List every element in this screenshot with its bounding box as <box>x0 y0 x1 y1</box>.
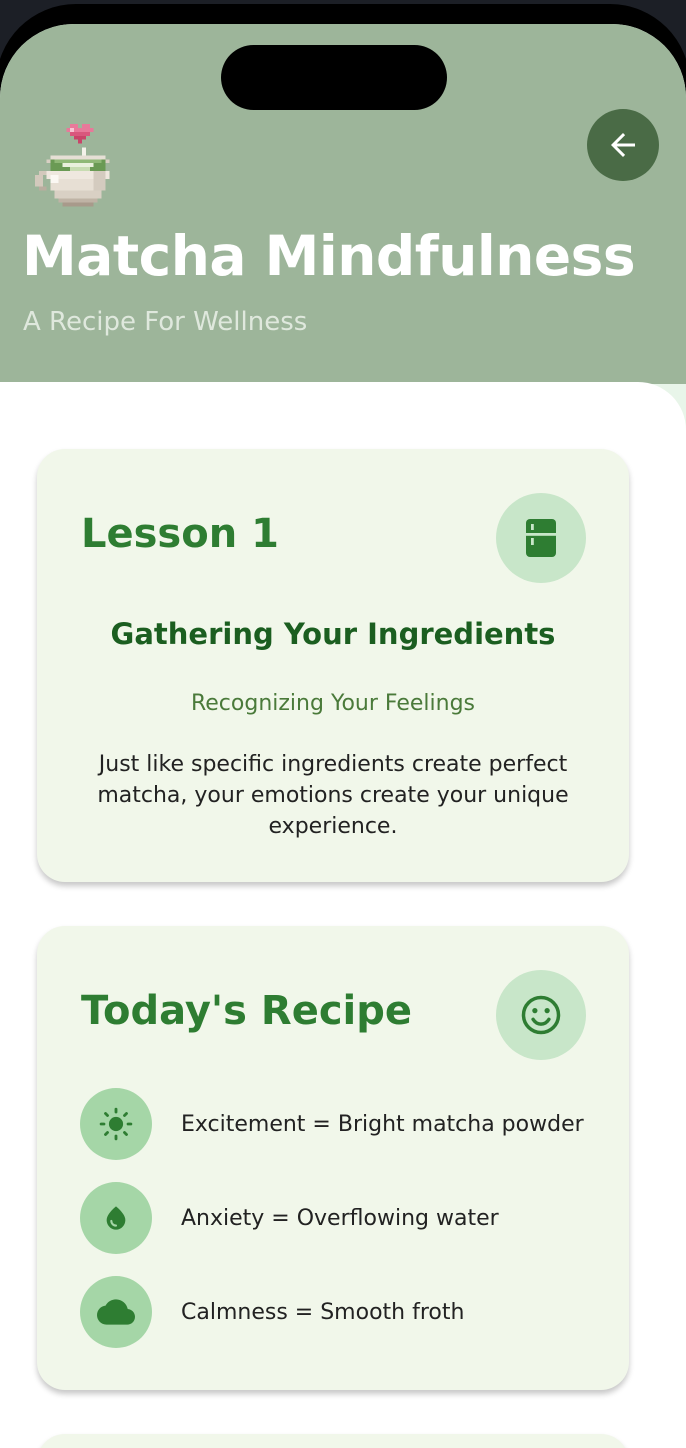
cloud-icon <box>97 1299 135 1325</box>
sun-icon <box>99 1107 133 1141</box>
recipe-item-icon-badge <box>80 1182 152 1254</box>
back-button[interactable] <box>587 109 659 181</box>
list-item: Anxiety = Overflowing water <box>80 1182 620 1254</box>
lesson-heading: Lesson 1 <box>81 511 279 557</box>
dynamic-island <box>221 45 447 110</box>
page-subtitle: A Recipe For Wellness <box>23 307 308 337</box>
matcha-cup-heart-icon <box>34 124 122 218</box>
content-area: Lesson 1 Gathering Your Ingredients Reco… <box>0 382 686 1448</box>
lesson-icon-badge <box>496 493 586 583</box>
recipe-item-text: Excitement = Bright matcha powder <box>181 1111 584 1137</box>
recipe-item-icon-badge <box>80 1088 152 1160</box>
recipe-item-text: Anxiety = Overflowing water <box>181 1205 499 1231</box>
page-title: Matcha Mindfulness <box>22 224 636 288</box>
water-drop-icon <box>106 1206 126 1230</box>
recipe-heading: Today's Recipe <box>81 988 413 1034</box>
recipe-list: Excitement = Bright matcha powder Anxiet… <box>80 1088 620 1370</box>
recipe-item-icon-badge <box>80 1276 152 1348</box>
smiley-face-icon <box>521 995 561 1035</box>
recipe-item-text: Calmness = Smooth froth <box>181 1299 465 1325</box>
list-item: Calmness = Smooth froth <box>80 1276 620 1348</box>
arrow-left-icon <box>611 133 635 157</box>
list-item: Excitement = Bright matcha powder <box>80 1088 620 1160</box>
lesson-description: Just like specific ingredients create pe… <box>97 752 569 839</box>
app-screen: Matcha Mindfulness A Recipe For Wellness… <box>0 24 686 1448</box>
lesson-subtitle: Recognizing Your Feelings <box>190 691 476 716</box>
lesson-title: Gathering Your Ingredients <box>110 617 556 651</box>
recipe-icon-badge <box>496 970 586 1060</box>
recipe-card: Today's Recipe Excitement = Bright match… <box>37 926 629 1390</box>
app-header: Matcha Mindfulness A Recipe For Wellness <box>0 24 686 384</box>
phone-frame: Matcha Mindfulness A Recipe For Wellness… <box>0 0 686 1448</box>
fridge-icon <box>526 519 556 557</box>
lesson-card: Lesson 1 Gathering Your Ingredients Reco… <box>37 449 629 882</box>
next-card <box>37 1434 629 1448</box>
